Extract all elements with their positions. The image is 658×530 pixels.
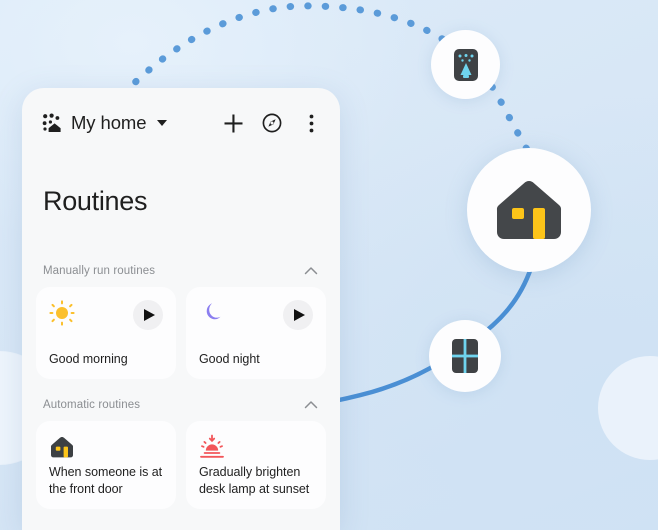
compass-icon	[262, 113, 282, 133]
sunset-icon	[200, 434, 224, 458]
page-title: Routines	[43, 186, 148, 217]
play-button-good-morning[interactable]	[133, 300, 163, 331]
section-label-manual: Manually run routines	[43, 265, 156, 278]
routine-card-desk-lamp-sunset[interactable]: Gradually brighten desk lamp at sunset	[186, 421, 326, 510]
plus-icon	[224, 114, 242, 132]
section-header-automatic[interactable]: Automatic routines	[36, 397, 326, 421]
routine-row-automatic: When someone is at the front door Gradua…	[36, 421, 326, 510]
routine-name: Good night	[199, 351, 260, 366]
device-node-air-purifier[interactable]	[431, 30, 500, 99]
play-icon	[144, 309, 155, 322]
header-actions	[222, 112, 322, 134]
more-vertical-icon	[309, 114, 313, 132]
explore-button[interactable]	[261, 112, 283, 134]
chevron-down-icon[interactable]	[157, 120, 168, 126]
routine-card-front-door[interactable]: When someone is at the front door	[36, 421, 176, 510]
home-name-label: My home	[71, 112, 147, 133]
moon-icon	[206, 303, 221, 320]
house-doorbell-icon	[50, 437, 74, 458]
chevron-up-icon[interactable]	[303, 263, 319, 279]
home-cluster-icon	[42, 113, 61, 132]
routine-name: Gradually brighten desk lamp at sunset	[199, 465, 310, 496]
sun-icon	[49, 300, 75, 326]
play-icon	[294, 309, 305, 322]
app-card: My home Routines Manually run routines G…	[22, 88, 340, 530]
routine-name: Good morning	[49, 351, 128, 366]
routine-card-top	[49, 434, 163, 464]
routine-card-good-morning[interactable]: Good morning	[36, 287, 176, 380]
app-header: My home	[22, 88, 340, 146]
section-label-automatic: Automatic routines	[43, 399, 141, 412]
play-button-good-night[interactable]	[283, 300, 313, 331]
section-automatic-routines: Automatic routines When someone is at th…	[22, 397, 340, 510]
section-manual-routines: Manually run routines Good morning Good …	[22, 263, 340, 380]
window-icon	[452, 339, 478, 373]
routine-card-top	[199, 434, 313, 464]
section-header-manual[interactable]: Manually run routines	[36, 263, 326, 287]
house-icon	[496, 181, 562, 239]
home-selector[interactable]: My home	[42, 112, 168, 134]
home-node[interactable]	[467, 148, 591, 272]
routine-card-top	[199, 300, 313, 334]
routine-card-top	[49, 300, 163, 334]
screen: My home Routines Manually run routines G…	[0, 0, 658, 530]
add-button[interactable]	[222, 112, 244, 134]
overflow-button[interactable]	[300, 112, 322, 134]
routine-card-good-night[interactable]: Good night	[186, 287, 326, 380]
device-node-window[interactable]	[429, 320, 501, 392]
air-purifier-icon	[453, 48, 478, 81]
chevron-up-icon[interactable]	[303, 397, 319, 413]
routine-row-manual: Good morning Good night	[36, 287, 326, 380]
routine-name: When someone is at the front door	[49, 465, 163, 496]
